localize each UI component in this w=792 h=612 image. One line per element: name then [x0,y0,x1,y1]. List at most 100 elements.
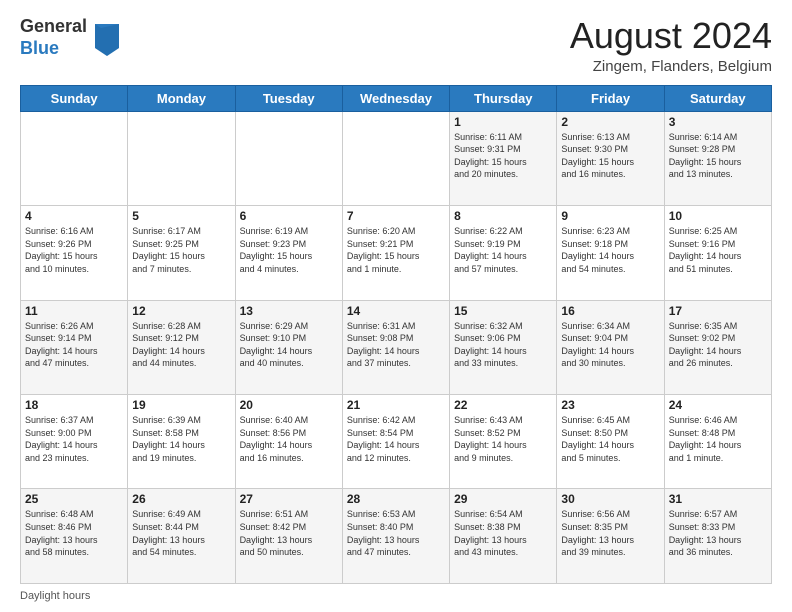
col-tuesday: Tuesday [235,85,342,111]
day-number: 4 [25,209,123,223]
col-thursday: Thursday [450,85,557,111]
day-info: Sunrise: 6:34 AMSunset: 9:04 PMDaylight:… [561,320,659,370]
day-number: 14 [347,304,445,318]
day-info: Sunrise: 6:14 AMSunset: 9:28 PMDaylight:… [669,131,767,181]
table-row: 31 Sunrise: 6:57 AMSunset: 8:33 PMDayligh… [664,489,771,584]
logo: General Blue [20,16,123,59]
day-info: Sunrise: 6:49 AMSunset: 8:44 PMDaylight:… [132,508,230,558]
day-number: 25 [25,492,123,506]
table-row: 2Sunrise: 6:13 AMSunset: 9:30 PMDaylight… [557,111,664,205]
table-row: 8 Sunrise: 6:22 AMSunset: 9:19 PMDaylight… [450,206,557,300]
table-row: 26 Sunrise: 6:49 AMSunset: 8:44 PMDayligh… [128,489,235,584]
table-row: 28Sunrise: 6:53 AMSunset: 8:40 PMDayligh… [342,489,449,584]
page: General Blue August 2024 Zingem, Flander… [0,0,792,612]
logo-icon [91,20,123,56]
table-row: 29 Sunrise: 6:54 AMSunset: 8:38 PMDayligh… [450,489,557,584]
table-row: 14 Sunrise: 6:31 AMSunset: 9:08 PMDayligh… [342,300,449,394]
day-info: Sunrise: 6:48 AMSunset: 8:46 PMDaylight:… [25,508,123,558]
day-info: Sunrise: 6:20 AMSunset: 9:21 PMDaylight:… [347,225,445,275]
day-number: 23 [561,398,659,412]
table-row: 25 Sunrise: 6:48 AMSunset: 8:46 PMDayligh… [21,489,128,584]
day-number: 24 [669,398,767,412]
logo-text: General Blue [20,16,87,59]
table-row: 30 Sunrise: 6:56 AMSunset: 8:35 PMDayligh… [557,489,664,584]
table-row: 1 Sunrise: 6:11 AMSunset: 9:31 PMDaylight… [450,111,557,205]
day-info: Sunrise: 6:46 AMSunset: 8:48 PMDaylight:… [669,414,767,464]
day-info: Sunrise: 6:43 AMSunset: 8:52 PMDaylight:… [454,414,552,464]
table-row [342,111,449,205]
table-row: 17 Sunrise: 6:35 AMSunset: 9:02 PMDayligh… [664,300,771,394]
day-info: Sunrise: 6:54 AMSunset: 8:38 PMDaylight:… [454,508,552,558]
day-number: 21 [347,398,445,412]
col-wednesday: Wednesday [342,85,449,111]
day-info: Sunrise: 6:51 AMSunset: 8:42 PMDaylight:… [240,508,338,558]
daylight-label: Daylight hours [20,590,90,602]
day-number: 10 [669,209,767,223]
table-row: 23 Sunrise: 6:45 AMSunset: 8:50 PMDayligh… [557,395,664,489]
day-number: 17 [669,304,767,318]
day-info: Sunrise: 6:42 AMSunset: 8:54 PMDaylight:… [347,414,445,464]
table-row: 16 Sunrise: 6:34 AMSunset: 9:04 PMDayligh… [557,300,664,394]
calendar-header-row: Sunday Monday Tuesday Wednesday Thursday… [21,85,772,111]
table-row: 18Sunrise: 6:37 AMSunset: 9:00 PMDayligh… [21,395,128,489]
day-info: Sunrise: 6:56 AMSunset: 8:35 PMDaylight:… [561,508,659,558]
location: Zingem, Flanders, Belgium [570,58,772,75]
calendar-week-1: 1 Sunrise: 6:11 AMSunset: 9:31 PMDaylight… [21,111,772,205]
day-info: Sunrise: 6:31 AMSunset: 9:08 PMDaylight:… [347,320,445,370]
day-number: 8 [454,209,552,223]
day-info: Sunrise: 6:11 AMSunset: 9:31 PMDaylight:… [454,131,552,181]
day-info: Sunrise: 6:45 AMSunset: 8:50 PMDaylight:… [561,414,659,464]
calendar-week-2: 4 Sunrise: 6:16 AMSunset: 9:26 PMDaylight… [21,206,772,300]
day-info: Sunrise: 6:25 AMSunset: 9:16 PMDaylight:… [669,225,767,275]
calendar-week-3: 11Sunrise: 6:26 AMSunset: 9:14 PMDayligh… [21,300,772,394]
day-number: 15 [454,304,552,318]
day-info: Sunrise: 6:16 AMSunset: 9:26 PMDaylight:… [25,225,123,275]
table-row: 12 Sunrise: 6:28 AMSunset: 9:12 PMDayligh… [128,300,235,394]
day-info: Sunrise: 6:57 AMSunset: 8:33 PMDaylight:… [669,508,767,558]
logo-blue: Blue [20,38,87,60]
day-info: Sunrise: 6:40 AMSunset: 8:56 PMDaylight:… [240,414,338,464]
day-info: Sunrise: 6:29 AMSunset: 9:10 PMDaylight:… [240,320,338,370]
day-info: Sunrise: 6:13 AMSunset: 9:30 PMDaylight:… [561,131,659,181]
table-row [21,111,128,205]
day-info: Sunrise: 6:32 AMSunset: 9:06 PMDaylight:… [454,320,552,370]
day-number: 31 [669,492,767,506]
table-row: 6Sunrise: 6:19 AMSunset: 9:23 PMDaylight… [235,206,342,300]
table-row: 11Sunrise: 6:26 AMSunset: 9:14 PMDayligh… [21,300,128,394]
table-row: 5 Sunrise: 6:17 AMSunset: 9:25 PMDaylight… [128,206,235,300]
day-number: 7 [347,209,445,223]
day-number: 30 [561,492,659,506]
calendar-table: Sunday Monday Tuesday Wednesday Thursday… [20,85,772,584]
day-number: 12 [132,304,230,318]
day-number: 5 [132,209,230,223]
day-number: 28 [347,492,445,506]
table-row: 3Sunrise: 6:14 AMSunset: 9:28 PMDaylight… [664,111,771,205]
day-number: 16 [561,304,659,318]
header: General Blue August 2024 Zingem, Flander… [20,16,772,75]
logo-general: General [20,16,87,38]
day-number: 20 [240,398,338,412]
col-monday: Monday [128,85,235,111]
day-info: Sunrise: 6:35 AMSunset: 9:02 PMDaylight:… [669,320,767,370]
table-row: 9Sunrise: 6:23 AMSunset: 9:18 PMDaylight… [557,206,664,300]
table-row: 13 Sunrise: 6:29 AMSunset: 9:10 PMDayligh… [235,300,342,394]
col-sunday: Sunday [21,85,128,111]
month-title: August 2024 [570,16,772,56]
day-number: 29 [454,492,552,506]
table-row: 10 Sunrise: 6:25 AMSunset: 9:16 PMDayligh… [664,206,771,300]
day-info: Sunrise: 6:37 AMSunset: 9:00 PMDaylight:… [25,414,123,464]
title-area: August 2024 Zingem, Flanders, Belgium [570,16,772,75]
table-row: 7 Sunrise: 6:20 AMSunset: 9:21 PMDaylight… [342,206,449,300]
day-info: Sunrise: 6:22 AMSunset: 9:19 PMDaylight:… [454,225,552,275]
day-info: Sunrise: 6:28 AMSunset: 9:12 PMDaylight:… [132,320,230,370]
table-row: 21 Sunrise: 6:42 AMSunset: 8:54 PMDayligh… [342,395,449,489]
day-number: 13 [240,304,338,318]
day-info: Sunrise: 6:17 AMSunset: 9:25 PMDaylight:… [132,225,230,275]
day-number: 1 [454,115,552,129]
day-info: Sunrise: 6:23 AMSunset: 9:18 PMDaylight:… [561,225,659,275]
table-row [128,111,235,205]
col-friday: Friday [557,85,664,111]
footer: Daylight hours [20,590,772,602]
day-number: 26 [132,492,230,506]
day-number: 27 [240,492,338,506]
